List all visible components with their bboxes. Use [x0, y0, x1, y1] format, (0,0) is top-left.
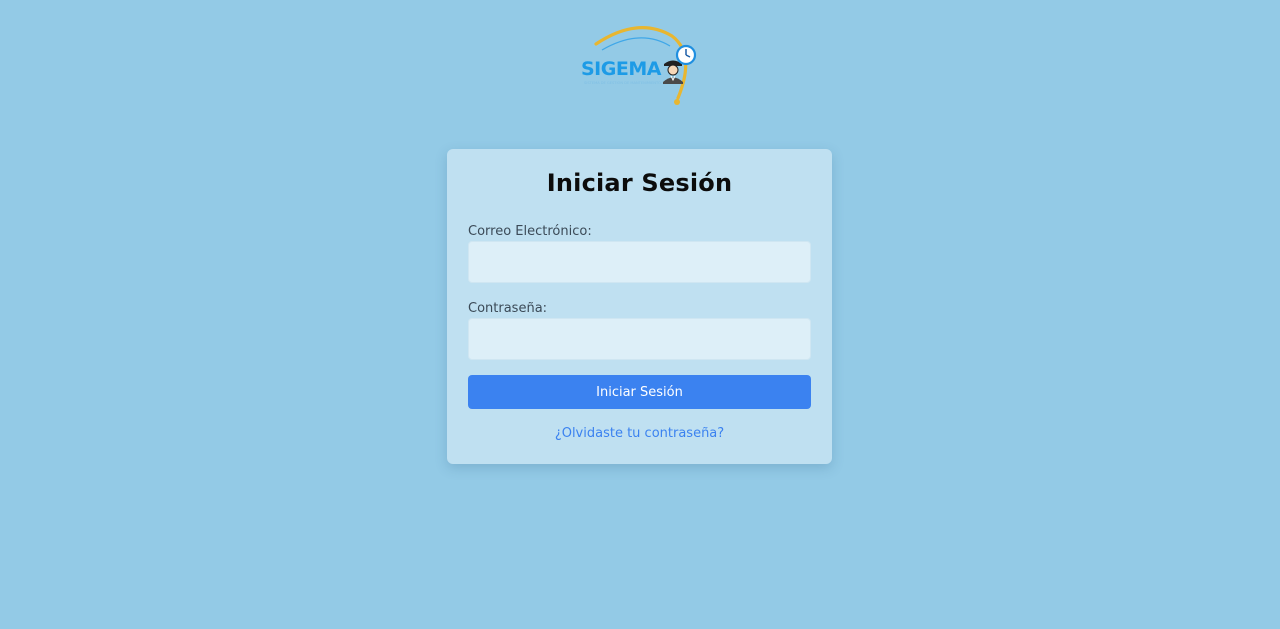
logo-tagline-text: SISTEMA DE GESTION DE MANTENIMIENTO: [584, 81, 661, 85]
logo-dot: [674, 99, 680, 105]
clock-icon: [675, 44, 697, 66]
login-button[interactable]: Iniciar Sesión: [468, 375, 811, 409]
logo-inner-arc: [601, 37, 671, 51]
email-label: Correo Electrónico:: [468, 224, 592, 239]
logo-brand-text: SIGEMA: [581, 58, 662, 80]
sigema-logo-graphic: SIGEMA SISTEMA DE GESTION DE MANTENIMIEN…: [581, 26, 697, 105]
sigema-logo: SIGEMA SISTEMA DE GESTION DE MANTENIMIEN…: [578, 24, 702, 110]
password-field[interactable]: [468, 318, 811, 360]
login-title: Iniciar Sesión: [546, 169, 733, 197]
forgot-password-link[interactable]: ¿Olvidaste tu contraseña?: [447, 426, 832, 441]
login-card: Iniciar Sesión Correo Electrónico: Contr…: [447, 149, 832, 464]
email-field[interactable]: [468, 241, 811, 283]
technician-icon: [663, 60, 683, 84]
password-label: Contraseña:: [468, 301, 548, 316]
